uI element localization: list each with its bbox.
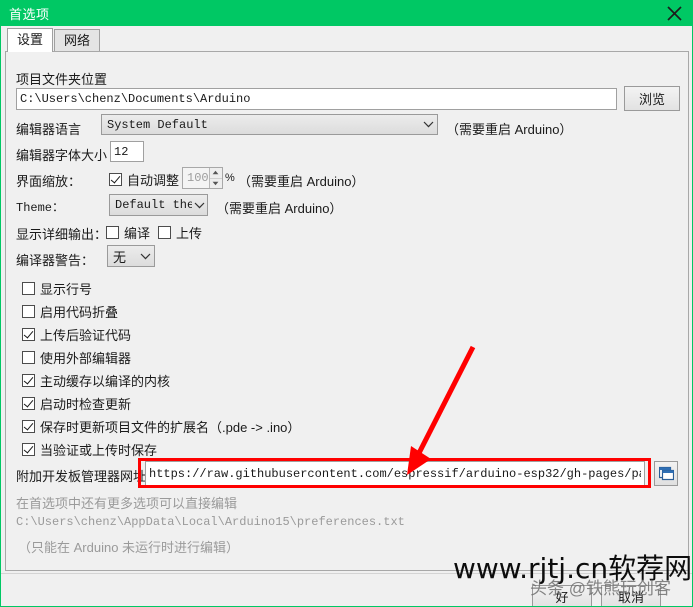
spinner-up-icon[interactable] — [209, 168, 222, 179]
theme-note: （需要重启 Arduino） — [216, 201, 343, 216]
checkbox-box-icon — [106, 226, 119, 239]
verbose-compile-label: 编译 — [124, 226, 151, 241]
chevron-down-icon — [192, 202, 207, 209]
checkbox-label: 保存时更新项目文件的扩展名（.pde -> .ino） — [40, 420, 301, 435]
interface-scale-spinner[interactable]: 100 — [182, 167, 223, 189]
chevron-down-icon — [136, 253, 154, 260]
window-title: 首选项 — [9, 7, 50, 22]
close-x-icon — [666, 6, 682, 21]
open-urls-editor-button[interactable] — [654, 461, 678, 486]
checkbox-box-icon — [22, 374, 35, 387]
more-prefs-line1: 在首选项中还有更多选项可以直接编辑 — [16, 496, 238, 511]
checkbox-label: 主动缓存以编译的内核 — [40, 374, 171, 389]
checkbox-aggressively-cache-core[interactable]: 主动缓存以编译的内核 — [22, 371, 170, 390]
title-bar: 首选项 — [1, 1, 692, 26]
sketchbook-location-input[interactable] — [16, 88, 617, 110]
checkbox-box-icon — [22, 351, 35, 364]
sketchbook-location-label: 项目文件夹位置 — [16, 72, 108, 87]
checkbox-box-icon — [22, 305, 35, 318]
interface-scale-label: 界面缩放： — [16, 174, 82, 189]
checkbox-box-icon — [22, 282, 35, 295]
verbose-upload-label: 上传 — [176, 226, 203, 241]
spinner-buttons — [208, 168, 222, 189]
settings-panel: 项目文件夹位置 浏览 编辑器语言 System Default （需要重启 Ar… — [5, 51, 689, 571]
verbose-upload-checkbox[interactable]: 上传 — [158, 223, 202, 242]
editor-language-note: （需要重启 Arduino） — [446, 122, 573, 137]
checkbox-check-updates-on-startup[interactable]: 启动时检查更新 — [22, 394, 131, 413]
checkbox-update-extension-on-save[interactable]: 保存时更新项目文件的扩展名（.pde -> .ino） — [22, 417, 300, 436]
interface-scale-auto-label: 自动调整 — [127, 173, 180, 188]
tab-settings-label: 设置 — [17, 32, 44, 47]
checkbox-label: 启用代码折叠 — [40, 305, 119, 320]
editor-font-size-label: 编辑器字体大小 — [16, 148, 108, 163]
checkbox-box-icon — [22, 328, 35, 341]
additional-urls-input[interactable] — [145, 461, 645, 486]
interface-scale-note: （需要重启 Arduino） — [238, 174, 365, 189]
more-prefs-line3: （只能在 Arduino 未运行时进行编辑） — [18, 540, 240, 555]
compiler-warnings-combobox[interactable]: 无 — [107, 245, 155, 267]
verbose-output-label: 显示详细输出： — [16, 227, 108, 242]
checkbox-label: 启动时检查更新 — [40, 397, 132, 412]
interface-scale-auto-checkbox[interactable]: 自动调整 — [109, 170, 179, 189]
open-window-icon — [658, 466, 674, 481]
checkbox-box-icon — [109, 173, 122, 186]
close-button[interactable] — [654, 1, 692, 26]
more-prefs-path: C:\Users\chenz\AppData\Local\Arduino15\p… — [16, 515, 405, 529]
tab-network[interactable]: 网络 — [54, 29, 101, 52]
preferences-dialog: 首选项 设置 网络 项目文件夹位置 浏览 编辑器语言 System Defaul… — [0, 0, 693, 607]
interface-scale-value: 100 — [187, 171, 209, 185]
compiler-warnings-label: 编译器警告： — [16, 253, 95, 268]
checkbox-show-line-numbers[interactable]: 显示行号 — [22, 279, 92, 298]
additional-urls-label: 附加开发板管理器网址： — [16, 469, 160, 484]
checkbox-box-icon — [158, 226, 171, 239]
editor-language-value: System Default — [107, 117, 208, 132]
checkbox-label: 上传后验证代码 — [40, 328, 132, 343]
checkbox-enable-code-folding[interactable]: 启用代码折叠 — [22, 302, 118, 321]
checkbox-label: 当验证或上传时保存 — [40, 443, 158, 458]
checkbox-label: 显示行号 — [40, 282, 93, 297]
spinner-down-icon[interactable] — [210, 179, 222, 189]
tab-strip: 设置 网络 — [1, 26, 692, 52]
checkbox-use-external-editor[interactable]: 使用外部编辑器 — [22, 348, 131, 367]
verbose-compile-checkbox[interactable]: 编译 — [106, 223, 150, 242]
theme-label: Theme： — [16, 201, 65, 215]
theme-value: Default theme — [115, 198, 192, 212]
tab-settings[interactable]: 设置 — [7, 28, 54, 52]
watermark-secondary: 头条 @铁熊玩创客 — [530, 579, 671, 598]
checkbox-verify-after-upload[interactable]: 上传后验证代码 — [22, 325, 131, 344]
checkbox-save-on-verify-or-upload[interactable]: 当验证或上传时保存 — [22, 440, 157, 459]
tab-network-label: 网络 — [64, 33, 91, 48]
checkbox-box-icon — [22, 420, 35, 433]
chevron-down-icon — [419, 121, 437, 128]
checkbox-label: 使用外部编辑器 — [40, 351, 132, 366]
theme-combobox[interactable]: Default theme — [109, 194, 208, 216]
editor-font-size-input[interactable] — [110, 141, 144, 162]
interface-scale-percent-sign: % — [225, 172, 235, 184]
browse-button[interactable]: 浏览 — [624, 86, 680, 111]
editor-language-combobox[interactable]: System Default — [101, 114, 438, 135]
checkbox-box-icon — [22, 397, 35, 410]
compiler-warnings-value: 无 — [113, 249, 127, 265]
checkbox-box-icon — [22, 443, 35, 456]
editor-language-label: 编辑器语言 — [16, 122, 82, 137]
